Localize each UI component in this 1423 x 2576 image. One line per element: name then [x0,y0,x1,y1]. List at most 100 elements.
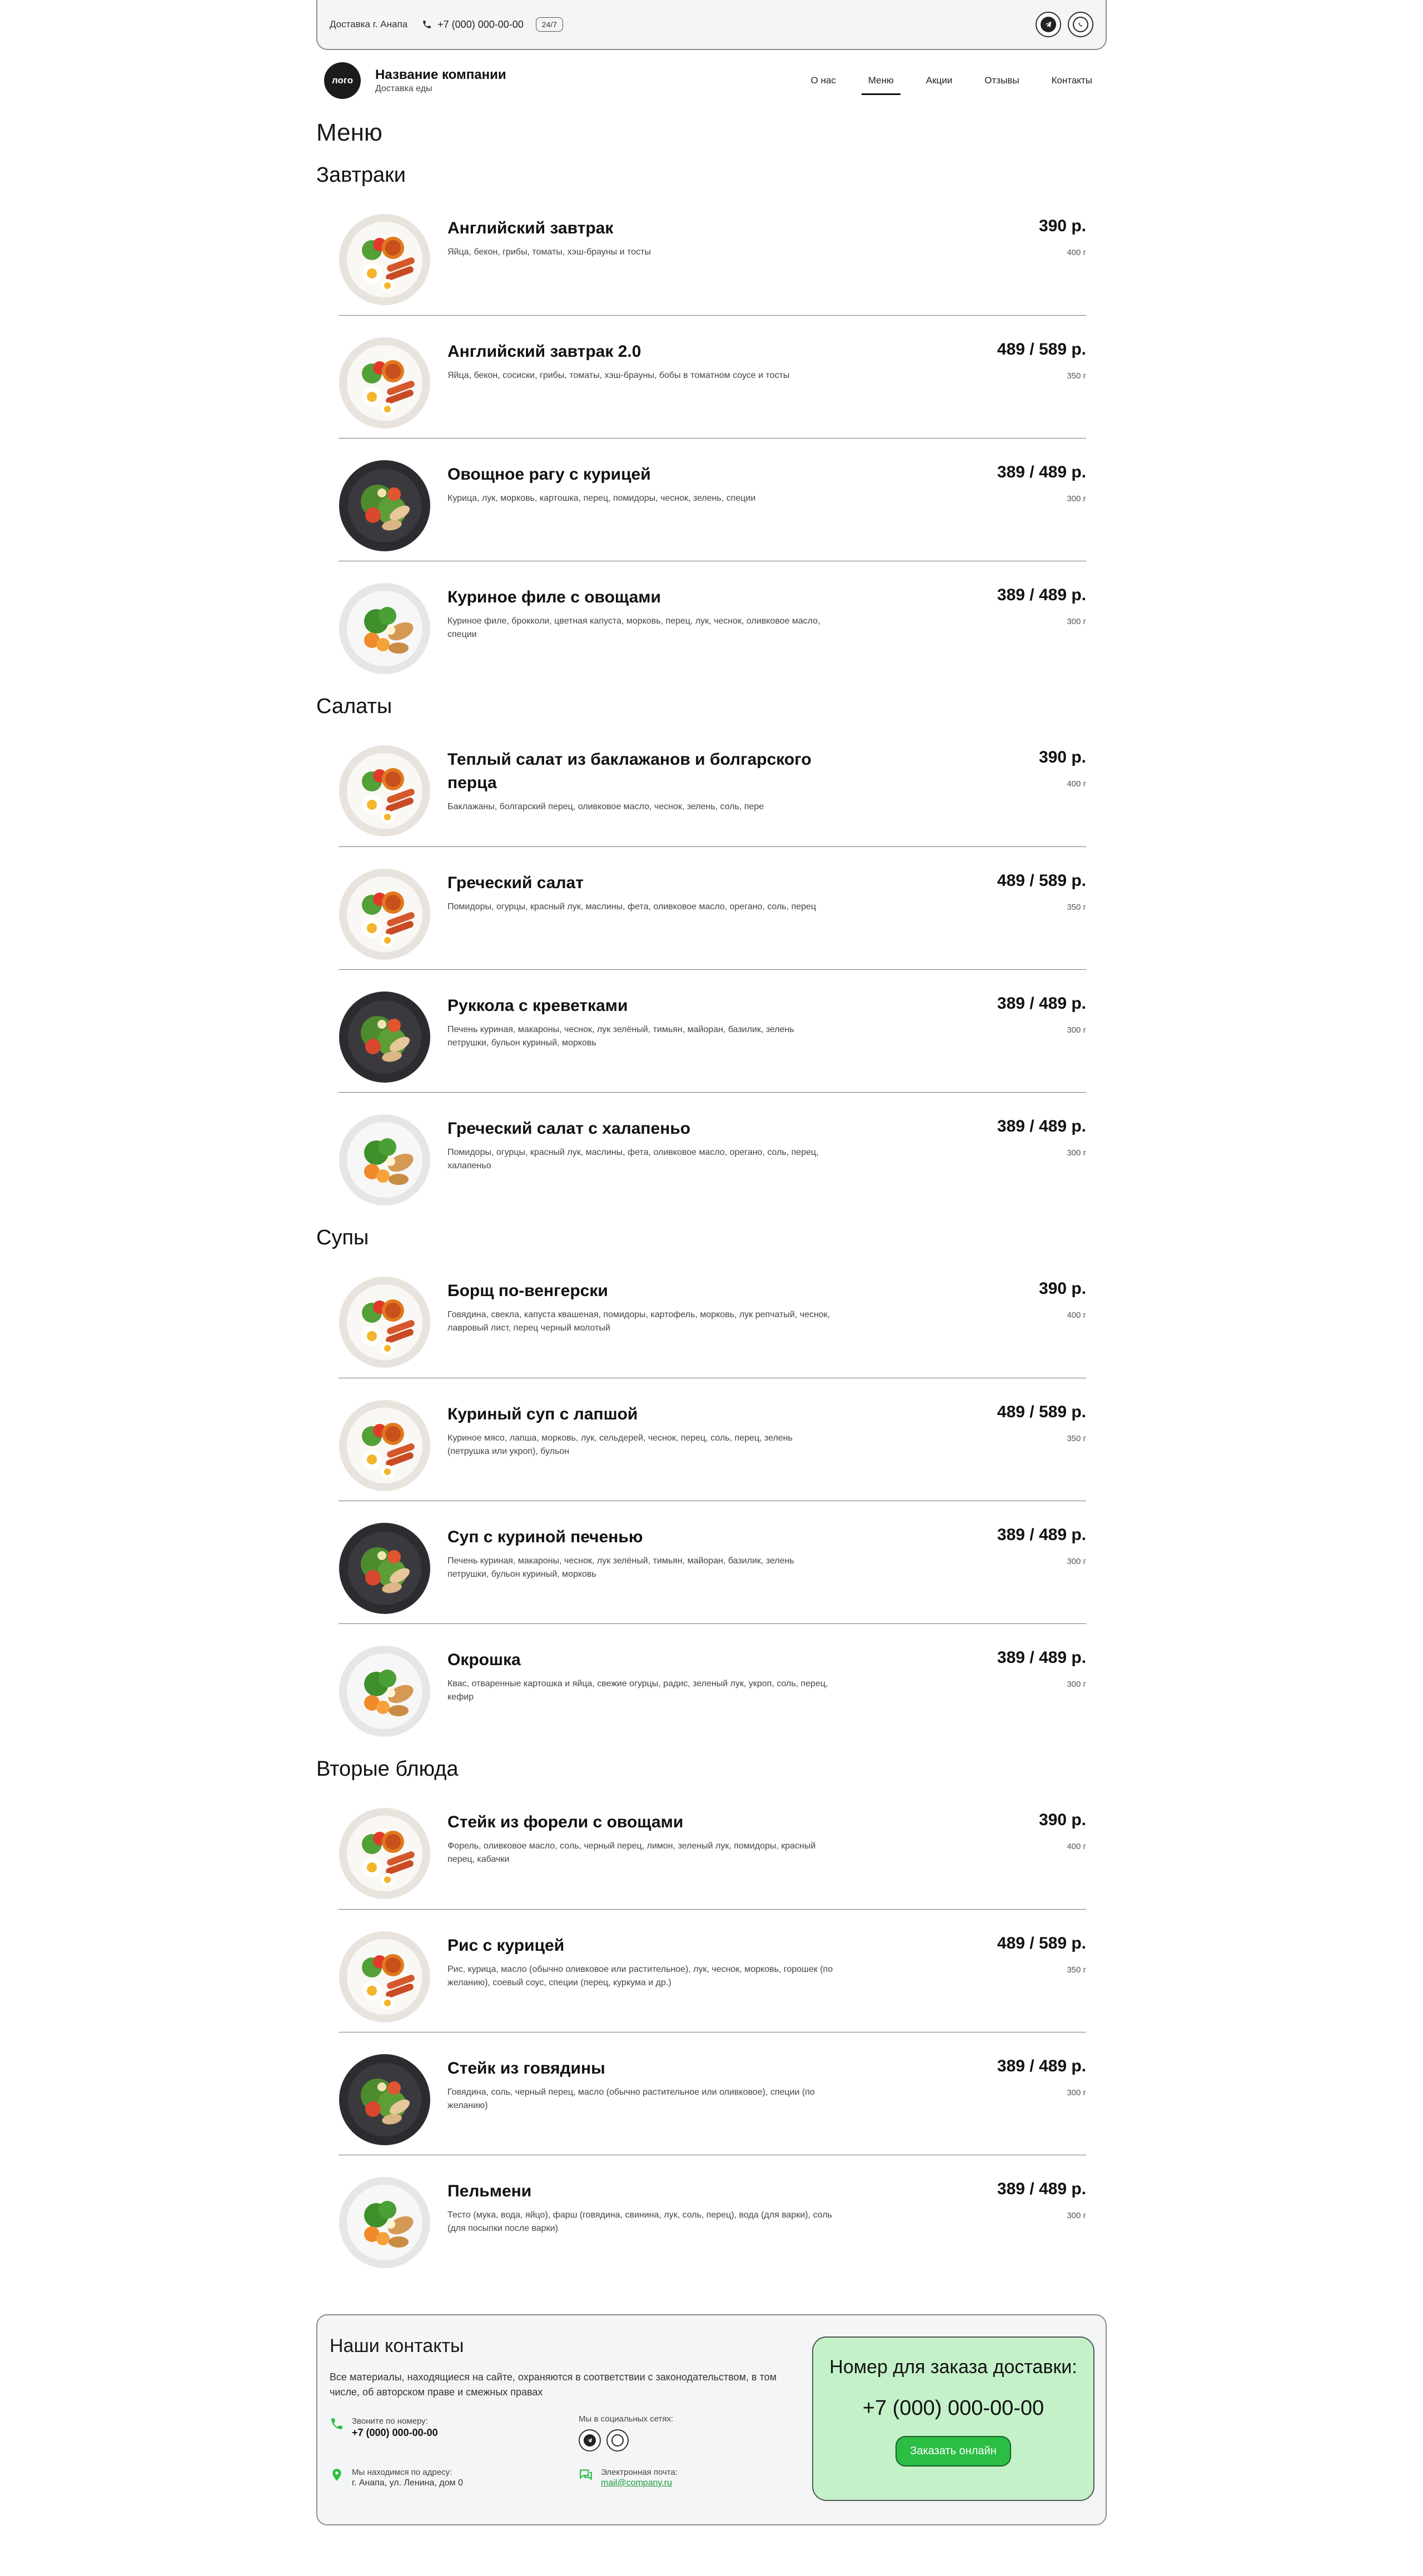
dish-description: Помидоры, огурцы, красный лук, маслины, … [447,902,817,911]
category-title: Завтраки [316,163,406,187]
dish-weight: 350 г [1067,1434,1086,1443]
dish-weight: 300 г [1067,1680,1086,1689]
category-title: Супы [316,1226,369,1249]
dish-item[interactable]: Греческий салат с халапеньо Помидоры, огу… [339,1092,1086,1215]
dish-price: 489 / 589 р. [997,340,1086,358]
dish-title: Рис с курицей [447,1936,565,1955]
menu-category: Супы Борщ по-венгерски Говядина, свекла, к… [316,1215,1107,1746]
dish-title: Борщ по-венгерски [447,1282,608,1300]
dish-title: Английский завтрак [447,219,614,237]
footer-copyright-note: Все материалы, находящиеся на сайте, охр… [330,2371,777,2398]
dish-price: 489 / 589 р. [997,1403,1086,1421]
dish-description: Квас, отваренные картошка и яйца, свежие… [447,1679,828,1702]
dish-item[interactable]: Стейк из говядины Говядина, соль, черный … [339,2032,1086,2155]
address-value: г. Анапа, ул. Ленина, дом 0 [352,2478,463,2488]
order-card-phone[interactable]: +7 (000) 000-00-00 [813,2396,1093,2420]
dish-photo [339,1114,431,1206]
dish-photo [339,2054,431,2146]
nav-item[interactable]: О нас [804,71,843,91]
company-name: Название компании [375,67,506,82]
dish-item[interactable]: Рис с курицей Рис, курица, масло (обычно … [339,1909,1086,2032]
dish-description: Печень куриная, макароны, чеснок, лук зе… [447,1556,794,1579]
dish-photo [339,868,431,960]
order-card-title: Номер для заказа доставки: [829,2356,1077,2378]
location-pin-icon [332,2469,341,2481]
dish-item[interactable]: Борщ по-венгерски Говядина, свекла, капус… [339,1255,1086,1378]
dish-title: Руккола с креветками [447,996,628,1015]
main-nav: О нас Меню Акции Отзывы Контакты [804,71,1099,95]
dish-description: Говядина, свекла, капуста квашеная, поми… [447,1310,830,1333]
dish-price: 390 р. [1038,1279,1086,1298]
top-phone[interactable]: +7 (000) 000-00-00 [422,19,524,31]
menu-category: Завтраки Английский завтрак Яйца, бекон, г… [316,152,1107,684]
dish-item[interactable]: Стейк из форели с овощами Форель, оливков… [339,1786,1086,1909]
page-title: Меню [316,119,382,146]
footer-address: Мы находимся по адресу: г. Анапа, ул. Ле… [330,2468,463,2488]
footer-email[interactable]: Электронная почта: mail@company.ru [579,2468,678,2488]
email-label: Электронная почта: [601,2468,678,2477]
dish-price: 390 р. [1038,217,1086,235]
dish-weight: 400 г [1067,1311,1086,1320]
whatsapp-icon[interactable] [1068,12,1093,37]
dish-item[interactable]: Овощное рагу с курицей Курица, лук, морко… [339,438,1086,561]
dish-weight: 300 г [1067,1557,1086,1566]
page: Доставка г. Анапа +7 (000) 000-00-00 24/… [316,0,1107,2525]
dish-item[interactable]: Пельмени Тесто (мука, вода, яйцо), фарш (… [339,2155,1086,2278]
email-link[interactable]: mail@company.ru [601,2478,678,2488]
dish-title: Стейк из говядины [447,2059,605,2077]
phone-icon [331,2418,342,2429]
dish-weight: 350 г [1067,903,1086,912]
call-label: Звоните по номеру: [352,2416,428,2426]
dish-description: Печень куриная, макароны, чеснок, лук зе… [447,1025,794,1048]
logo[interactable]: лого [324,62,361,99]
dish-photo [339,582,431,675]
dish-item[interactable]: Руккола с креветками Печень куриная, мака… [339,969,1086,1092]
dish-item[interactable]: Теплый салат из баклажанов и болгарского… [339,724,1086,846]
footer-call[interactable]: Звоните по номеру: +7 (000) 000-00-00 [330,2416,438,2439]
telegram-icon[interactable] [579,2429,601,2452]
address-label: Мы находимся по адресу: [352,2468,452,2477]
dish-photo [339,1645,431,1737]
dish-title: Стейк из форели с овощами [447,1813,684,1831]
dish-photo [339,2176,431,2269]
dish-description: Куриное филе, брокколи, цветная капуста,… [447,616,820,639]
whatsapp-icon[interactable] [606,2429,629,2452]
footer-socials: Мы в социальных сетях: [579,2414,673,2452]
dish-price: 390 р. [1038,748,1086,766]
dish-title: Английский завтрак 2.0 [447,342,641,361]
dish-item[interactable]: Греческий салат Помидоры, огурцы, красный… [339,846,1086,969]
nav-item[interactable]: Меню [861,71,900,95]
dish-weight: 400 г [1067,1842,1086,1851]
dish-item[interactable]: Английский завтрак Яйца, бекон, грибы, то… [339,192,1086,315]
site-header: лого Название компании Доставка еды О на… [316,50,1107,111]
dish-photo [339,1399,431,1492]
dish-item[interactable]: Куриный суп с лапшой Куриное мясо, лапша,… [339,1378,1086,1501]
dish-item[interactable]: Куриное филе с овощами Куриное филе, брок… [339,561,1086,684]
dish-title: Теплый салат из баклажанов и болгарского… [447,750,812,792]
order-online-button[interactable]: Заказать онлайн [895,2436,1011,2467]
dish-weight: 300 г [1067,1025,1086,1035]
order-card: Номер для заказа доставки: +7 (000) 000-… [812,2336,1094,2501]
dish-photo [339,1276,431,1368]
dish-item[interactable]: Окрошка Квас, отваренные картошка и яйца,… [339,1623,1086,1746]
dish-weight: 350 г [1067,371,1086,381]
dish-photo [339,745,431,837]
dish-item[interactable]: Английский завтрак 2.0 Яйца, бекон, сосис… [339,315,1086,438]
dish-weight: 300 г [1067,494,1086,504]
footer-title: Наши контакты [330,2335,464,2356]
dish-description: Рис, курица, масло (обычно оливковое или… [447,1965,833,1987]
dish-photo [339,1522,431,1615]
top-socials [1036,12,1093,37]
nav-item[interactable]: Акции [919,71,959,91]
telegram-icon[interactable] [1036,12,1061,37]
nav-item[interactable]: Отзывы [978,71,1026,91]
dish-title: Пельмени [447,2182,532,2200]
dish-weight: 400 г [1067,248,1086,257]
top-bar: Доставка г. Анапа +7 (000) 000-00-00 24/… [316,0,1107,50]
dish-title: Куриное филе с овощами [447,588,661,606]
nav-item[interactable]: Контакты [1045,71,1099,91]
dish-title: Окрошка [447,1651,521,1669]
dish-title: Греческий салат [447,874,584,892]
category-title: Салаты [316,695,392,718]
dish-item[interactable]: Суп с куриной печенью Печень куриная, мак… [339,1501,1086,1623]
